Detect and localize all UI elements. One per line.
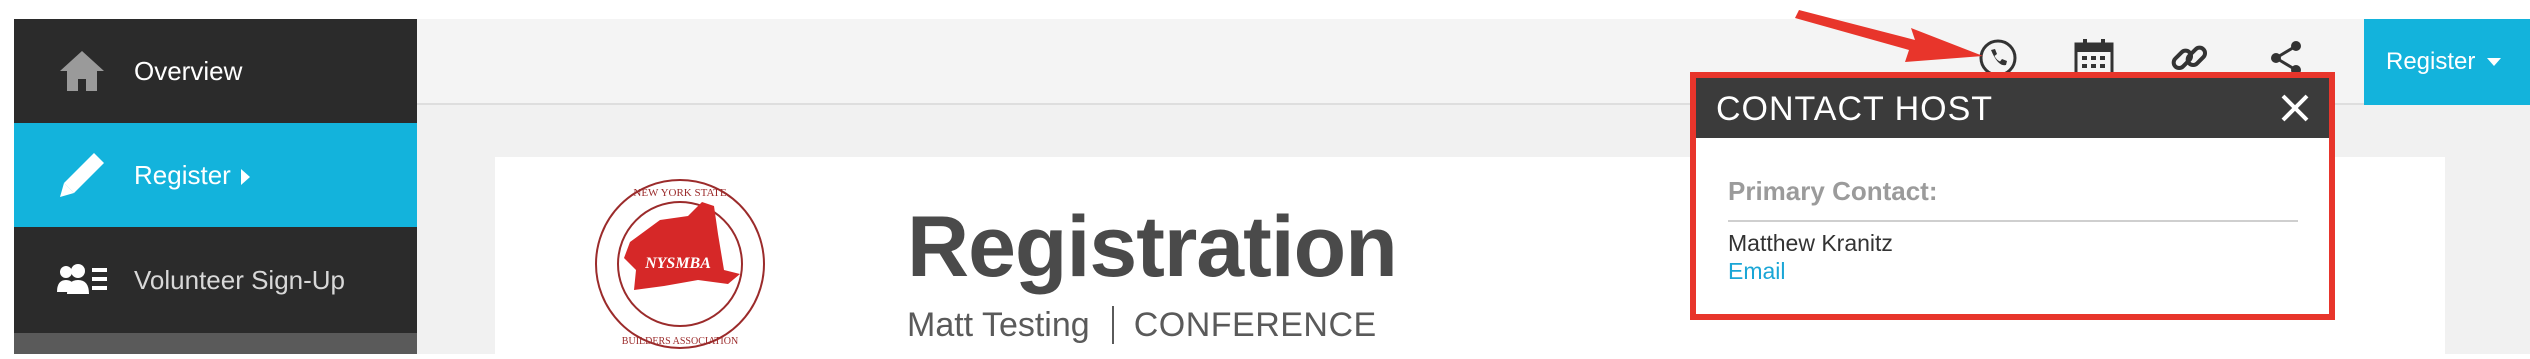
contact-host-popup: CONTACT HOST Primary Contact: Matthew Kr… bbox=[1690, 72, 2335, 320]
event-subtitle: Matt Testing CONFERENCE bbox=[907, 305, 1377, 345]
volunteer-icon bbox=[52, 250, 112, 310]
contact-name: Matthew Kranitz bbox=[1728, 230, 1893, 256]
contact-email-link[interactable]: Email bbox=[1728, 258, 1786, 285]
annotation-arrow-icon bbox=[1795, 10, 1983, 62]
pencil-icon bbox=[52, 145, 112, 205]
home-icon bbox=[52, 41, 112, 101]
page-title: Registration bbox=[907, 199, 1398, 295]
svg-text:NYSMBA: NYSMBA bbox=[644, 255, 711, 272]
close-icon[interactable] bbox=[2277, 90, 2313, 126]
sidebar-item-label: Register bbox=[134, 160, 250, 191]
sidebar-item-next[interactable] bbox=[14, 333, 417, 354]
sidebar-item-overview[interactable]: Overview bbox=[14, 19, 417, 123]
divider bbox=[1728, 220, 2298, 222]
caret-right-icon bbox=[240, 168, 250, 185]
event-host: Matt Testing bbox=[907, 305, 1090, 344]
sidebar-item-volunteer[interactable]: Volunteer Sign-Up bbox=[14, 227, 417, 333]
sidebar-item-label: Overview bbox=[134, 55, 243, 86]
svg-text:NEW YORK STATE: NEW YORK STATE bbox=[633, 187, 727, 199]
page: Overview Register Volunteer Sign-Up Regi… bbox=[0, 0, 2530, 354]
chevron-down-icon bbox=[2487, 58, 2502, 66]
svg-text:BUILDERS ASSOCIATION: BUILDERS ASSOCIATION bbox=[622, 336, 738, 347]
sidebar-item-register[interactable]: Register bbox=[14, 123, 417, 227]
sidebar: Overview Register Volunteer Sign-Up bbox=[14, 19, 417, 354]
nysmba-logo: NYSMBA NEW YORK STATE BUILDERS ASSOCIATI… bbox=[590, 172, 770, 354]
popup-title: CONTACT HOST bbox=[1716, 90, 1994, 128]
divider bbox=[1111, 306, 1114, 344]
register-dropdown-button[interactable]: Register bbox=[2364, 19, 2530, 105]
popup-header: CONTACT HOST bbox=[1696, 78, 2329, 138]
sidebar-item-label: Volunteer Sign-Up bbox=[134, 264, 346, 295]
event-type: CONFERENCE bbox=[1133, 305, 1377, 344]
register-button-label: Register bbox=[2386, 48, 2476, 75]
primary-contact-label: Primary Contact: bbox=[1728, 176, 1938, 206]
